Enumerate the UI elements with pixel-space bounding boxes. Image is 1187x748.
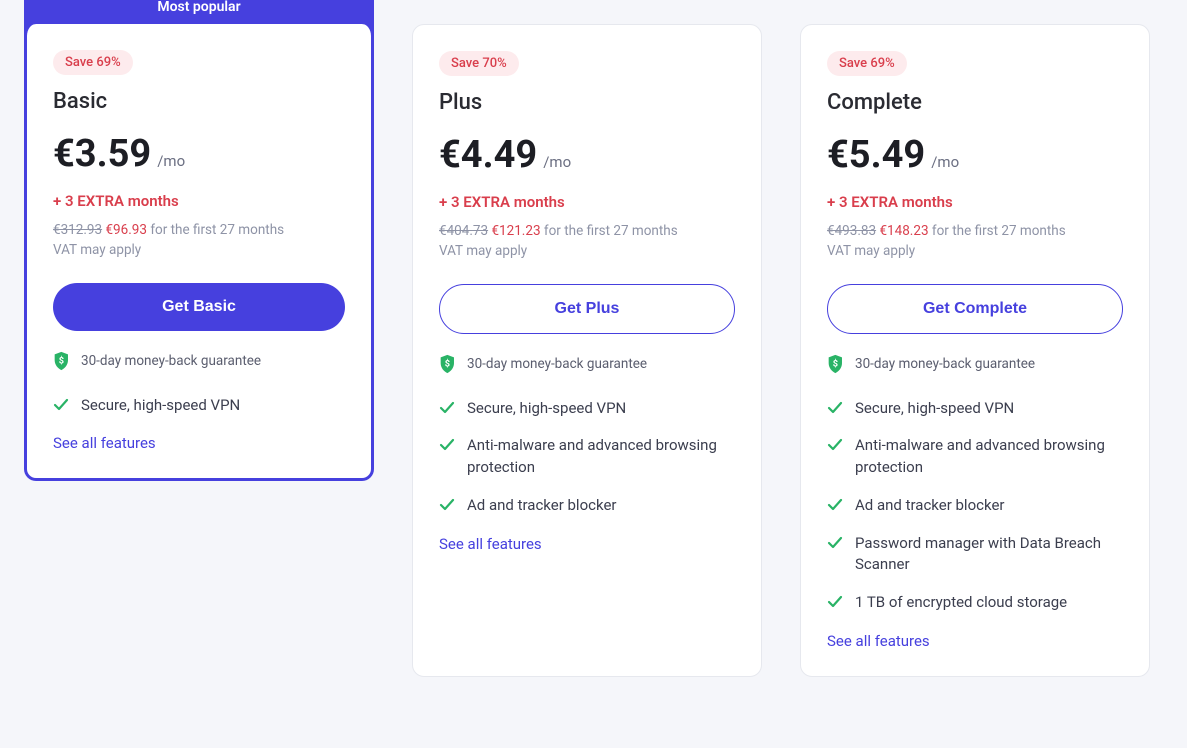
feature-item: Secure, high-speed VPN — [827, 398, 1123, 420]
extra-months: + 3 EXTRA months — [53, 192, 345, 210]
feature-list: Secure, high-speed VPN Anti-malware and … — [827, 398, 1123, 614]
save-badge: Save 70% — [439, 51, 519, 76]
feature-text: Ad and tracker blocker — [855, 495, 1004, 517]
fine-print: €312.93 €96.93 for the first 27 months V… — [53, 220, 345, 261]
check-icon — [827, 437, 843, 453]
feature-item: Secure, high-speed VPN — [439, 398, 735, 420]
fine-print: €493.83 €148.23 for the first 27 months … — [827, 221, 1123, 262]
extra-months: + 3 EXTRA months — [439, 193, 735, 211]
price-row: €3.59 /mo — [53, 132, 345, 176]
original-price: €312.93 — [53, 222, 102, 238]
period: for the first 27 months — [150, 222, 284, 238]
svg-text:$: $ — [445, 358, 450, 369]
feature-text: Ad and tracker blocker — [467, 495, 616, 517]
deal-price: €121.23 — [491, 223, 540, 239]
feature-text: Secure, high-speed VPN — [855, 398, 1014, 420]
guarantee-text: 30-day money-back guarantee — [855, 356, 1035, 372]
plan-card-basic: Save 69% Basic €3.59 /mo + 3 EXTRA month… — [24, 24, 374, 481]
check-icon — [439, 437, 455, 453]
check-icon — [827, 400, 843, 416]
price-per: /mo — [543, 153, 571, 171]
get-complete-button[interactable]: Get Complete — [827, 284, 1123, 334]
plan-name: Plus — [439, 90, 735, 115]
feature-item: 1 TB of encrypted cloud storage — [827, 592, 1123, 614]
check-icon — [439, 400, 455, 416]
deal-price: €96.93 — [105, 222, 147, 238]
pricing-grid: Most popular Save 69% Basic €3.59 /mo + … — [24, 24, 1163, 677]
plan-card-complete: Save 69% Complete €5.49 /mo + 3 EXTRA mo… — [800, 24, 1150, 677]
deal-price: €148.23 — [879, 223, 928, 239]
save-badge: Save 69% — [53, 50, 133, 75]
period: for the first 27 months — [544, 223, 678, 239]
price: €3.59 — [53, 132, 151, 176]
see-all-features-link[interactable]: See all features — [827, 632, 930, 650]
plan-name: Complete — [827, 90, 1123, 115]
feature-text: Secure, high-speed VPN — [81, 395, 240, 417]
feature-list: Secure, high-speed VPN — [53, 395, 345, 417]
price: €4.49 — [439, 133, 537, 177]
feature-list: Secure, high-speed VPN Anti-malware and … — [439, 398, 735, 517]
feature-item: Secure, high-speed VPN — [53, 395, 345, 417]
guarantee-row: $ 30-day money-back guarantee — [53, 351, 345, 371]
feature-text: Password manager with Data Breach Scanne… — [855, 533, 1123, 577]
original-price: €493.83 — [827, 223, 876, 239]
svg-text:$: $ — [833, 358, 838, 369]
plan-name: Basic — [53, 89, 345, 114]
svg-text:$: $ — [59, 355, 64, 366]
shield-icon: $ — [53, 351, 71, 371]
feature-item: Password manager with Data Breach Scanne… — [827, 533, 1123, 577]
feature-item: Ad and tracker blocker — [439, 495, 735, 517]
price-row: €5.49 /mo — [827, 133, 1123, 177]
get-plus-button[interactable]: Get Plus — [439, 284, 735, 334]
price-per: /mo — [157, 152, 185, 170]
get-basic-button[interactable]: Get Basic — [53, 283, 345, 331]
feature-item: Ad and tracker blocker — [827, 495, 1123, 517]
period: for the first 27 months — [932, 223, 1066, 239]
guarantee-row: $ 30-day money-back guarantee — [827, 354, 1123, 374]
feature-item: Anti-malware and advanced browsing prote… — [827, 435, 1123, 479]
feature-item: Anti-malware and advanced browsing prote… — [439, 435, 735, 479]
plan-card-plus: Save 70% Plus €4.49 /mo + 3 EXTRA months… — [412, 24, 762, 677]
fine-print: €404.73 €121.23 for the first 27 months … — [439, 221, 735, 262]
price-per: /mo — [931, 153, 959, 171]
feature-text: Anti-malware and advanced browsing prote… — [855, 435, 1123, 479]
guarantee-row: $ 30-day money-back guarantee — [439, 354, 735, 374]
feature-text: Anti-malware and advanced browsing prote… — [467, 435, 735, 479]
see-all-features-link[interactable]: See all features — [439, 535, 542, 553]
shield-icon: $ — [827, 354, 845, 374]
see-all-features-link[interactable]: See all features — [53, 434, 156, 452]
save-badge: Save 69% — [827, 51, 907, 76]
guarantee-text: 30-day money-back guarantee — [467, 356, 647, 372]
check-icon — [827, 594, 843, 610]
check-icon — [827, 497, 843, 513]
vat-note: VAT may apply — [439, 243, 527, 259]
check-icon — [53, 397, 69, 413]
price-row: €4.49 /mo — [439, 133, 735, 177]
price: €5.49 — [827, 133, 925, 177]
check-icon — [827, 535, 843, 551]
vat-note: VAT may apply — [53, 242, 141, 258]
check-icon — [439, 497, 455, 513]
extra-months: + 3 EXTRA months — [827, 193, 1123, 211]
vat-note: VAT may apply — [827, 243, 915, 259]
feature-text: Secure, high-speed VPN — [467, 398, 626, 420]
feature-text: 1 TB of encrypted cloud storage — [855, 592, 1067, 614]
guarantee-text: 30-day money-back guarantee — [81, 353, 261, 369]
shield-icon: $ — [439, 354, 457, 374]
original-price: €404.73 — [439, 223, 488, 239]
